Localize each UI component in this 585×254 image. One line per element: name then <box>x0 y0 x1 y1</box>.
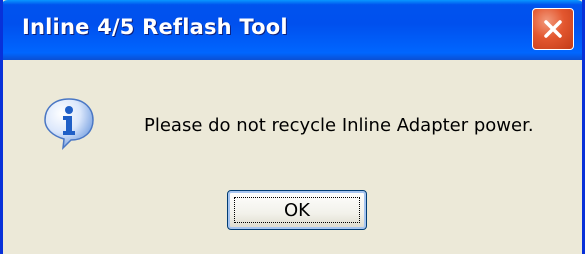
window-title: Inline 4/5 Reflash Tool <box>22 15 288 39</box>
close-button[interactable] <box>532 8 574 50</box>
ok-button[interactable]: OK <box>227 190 367 230</box>
dialog-message: Please do not recycle Inline Adapter pow… <box>144 115 534 136</box>
title-bar[interactable]: Inline 4/5 Reflash Tool <box>3 0 582 60</box>
close-icon <box>544 20 562 38</box>
info-icon <box>44 98 94 151</box>
dialog-window: Inline 4/5 Reflash Tool Please do not re… <box>0 0 585 254</box>
ok-button-label: OK <box>284 200 310 221</box>
